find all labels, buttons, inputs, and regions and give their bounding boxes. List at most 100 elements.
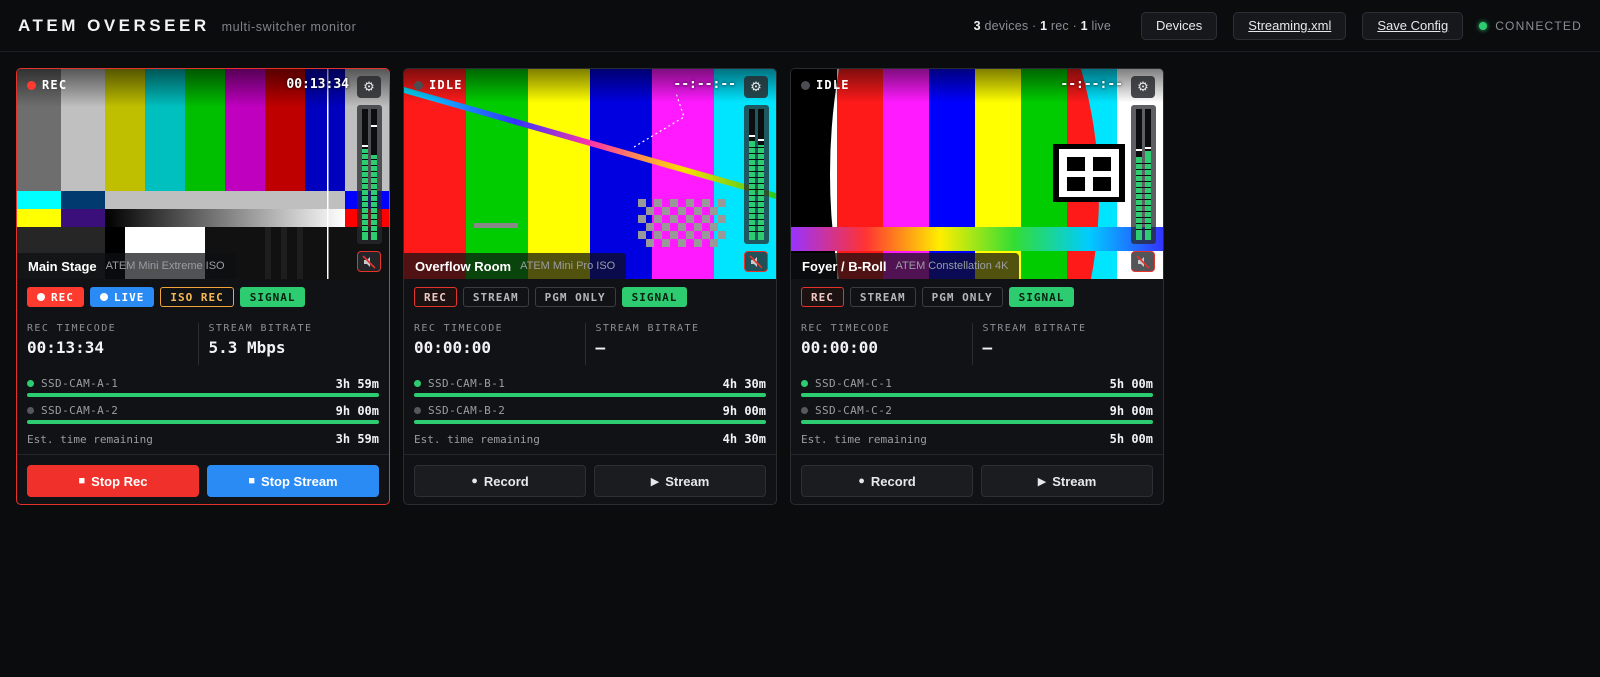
status-badges: REC STREAM PGM ONLY SIGNAL <box>404 287 776 307</box>
preview-state: REC <box>27 78 67 92</box>
switcher-name: Overflow Room <box>415 258 512 274</box>
stop-stream-button[interactable]: ■ Stop Stream <box>207 465 379 497</box>
rec-count-label: rec <box>1050 18 1069 33</box>
stream-badge-label: STREAM <box>859 290 906 304</box>
metrics: REC TIMECODE 00:00:00 STREAM BITRATE — <box>414 323 766 365</box>
card-actions: ● Record ▶ Stream <box>404 455 776 497</box>
card-actions: ● Record ▶ Stream <box>791 455 1163 497</box>
idle-dot-icon <box>414 80 423 90</box>
speaker-muted-icon[interactable] <box>1131 251 1155 272</box>
stream-bitrate-metric: STREAM BITRATE 5.3 Mbps <box>197 323 380 365</box>
stream-bitrate-metric: STREAM BITRATE — <box>971 323 1154 365</box>
color-bars-image <box>404 69 776 279</box>
speaker-muted-glyph <box>749 254 763 269</box>
rec-timecode-value: 00:00:00 <box>414 338 492 357</box>
speaker-muted-icon[interactable] <box>744 251 768 272</box>
gear-icon[interactable]: ⚙ <box>357 76 381 98</box>
drive-time: 9h 00m <box>335 403 379 418</box>
streaming-xml-button-label: Streaming.xml <box>1248 18 1332 33</box>
pgm-only-badge: PGM ONLY <box>534 287 616 307</box>
drive-capacity-bar <box>27 393 379 397</box>
record-button[interactable]: ● Record <box>414 465 586 497</box>
stream-bitrate-label: STREAM BITRATE <box>982 323 1087 334</box>
pgm-only-badge-label: PGM ONLY <box>931 290 993 304</box>
record-label: Record <box>483 473 529 489</box>
streaming-xml-button[interactable]: Streaming.xml <box>1233 11 1347 40</box>
est-time-remaining: Est. time remaining 5h 00m <box>801 430 1153 448</box>
drive-capacity-bar <box>414 420 766 424</box>
rec-timecode-value: 00:13:34 <box>27 338 105 357</box>
program-preview: IDLE --:--:-- ⚙ <box>791 69 1163 279</box>
connection-dot-icon <box>1479 21 1488 30</box>
switcher-card: IDLE --:--:-- ⚙ <box>790 68 1164 505</box>
drive-capacity-bar <box>27 420 379 424</box>
stream-bitrate-metric: STREAM BITRATE — <box>584 323 767 365</box>
drive-time: 5h 00m <box>1109 376 1153 391</box>
connection-label: CONNECTED <box>1495 18 1582 33</box>
est-time-remaining: Est. time remaining 4h 30m <box>414 430 766 448</box>
devices-count-label: devices <box>984 18 1029 33</box>
stream-bitrate-value: — <box>982 338 993 357</box>
stop-icon: ■ <box>78 475 86 487</box>
card-actions: ■ Stop Rec ■ Stop Stream <box>17 455 389 497</box>
preview-state: IDLE <box>414 78 463 92</box>
gear-icon[interactable]: ⚙ <box>1131 76 1155 98</box>
signal-badge: SIGNAL <box>1008 287 1075 307</box>
drive-name: SSD-CAM-B-1 <box>428 377 506 390</box>
drive-name: SSD-CAM-C-2 <box>815 404 893 417</box>
record-button[interactable]: ● Record <box>801 465 973 497</box>
drive-active-dot-icon <box>801 380 808 387</box>
record-label: Record <box>870 473 916 489</box>
preview-timecode: --:--:-- <box>673 77 736 92</box>
status-badges: REC LIVE ISO REC SIGNAL <box>17 287 389 307</box>
audio-meter <box>357 105 382 244</box>
drive-time: 9h 00m <box>722 403 766 418</box>
live-badge-label: LIVE <box>113 290 145 304</box>
switcher-name: Main Stage <box>28 258 97 274</box>
drive-capacity-bar <box>801 420 1153 424</box>
stop-icon: ■ <box>248 475 256 487</box>
drive-item: SSD-CAM-C-2 9h 00m <box>801 403 1153 430</box>
audio-meter-bars-icon <box>362 109 377 240</box>
switcher-model: ATEM Mini Extreme ISO <box>105 260 225 272</box>
drive-time: 3h 59m <box>335 376 379 391</box>
app-brand: ATEM OVERSEER <box>18 15 210 35</box>
record-dot-icon: ● <box>471 475 478 487</box>
drive-name: SSD-CAM-C-1 <box>815 377 893 390</box>
stream-button[interactable]: ▶ Stream <box>981 465 1153 497</box>
drive-active-dot-icon <box>27 380 34 387</box>
est-time-value: 3h 59m <box>335 432 379 446</box>
stream-badge: STREAM <box>462 287 529 307</box>
switcher-card: IDLE --:--:-- ⚙ <box>403 68 777 505</box>
est-time-remaining: Est. time remaining 3h 59m <box>27 430 379 448</box>
rec-timecode-value: 00:00:00 <box>801 338 879 357</box>
preview-name-label: Foyer / B-Roll ATEM Constellation 4K <box>791 253 1020 279</box>
stop-rec-button[interactable]: ■ Stop Rec <box>27 465 199 497</box>
gear-icon[interactable]: ⚙ <box>744 76 768 98</box>
est-time-label: Est. time remaining <box>801 432 927 446</box>
switcher-model: ATEM Constellation 4K <box>895 260 1009 272</box>
drive-name: SSD-CAM-A-2 <box>41 404 119 417</box>
device-stats: 3 devices · 1 rec · 1 live <box>974 19 1111 33</box>
color-bars-image <box>17 69 389 279</box>
top-bar-right: 3 devices · 1 rec · 1 live Devices Strea… <box>974 11 1582 40</box>
rec-count: 1 <box>1040 18 1048 33</box>
drive-inactive-dot-icon <box>801 407 808 414</box>
stream-button[interactable]: ▶ Stream <box>594 465 766 497</box>
devices-button-label: Devices <box>1156 18 1203 33</box>
rec-timecode-metric: REC TIMECODE 00:00:00 <box>414 323 585 365</box>
live-count-label: live <box>1091 18 1112 33</box>
speaker-muted-icon[interactable] <box>357 251 381 272</box>
pgm-only-badge: PGM ONLY <box>921 287 1003 307</box>
status-badges: REC STREAM PGM ONLY SIGNAL <box>791 287 1163 307</box>
app-subtitle: multi-switcher monitor <box>221 20 357 34</box>
drive-time: 9h 00m <box>1109 403 1153 418</box>
drive-time: 4h 30m <box>722 376 766 391</box>
stream-bitrate-label: STREAM BITRATE <box>208 323 313 334</box>
drive-capacity-bar <box>414 393 766 397</box>
drive-capacity-bar <box>801 393 1153 397</box>
rec-badge: REC <box>801 287 844 307</box>
devices-button[interactable]: Devices <box>1141 11 1218 40</box>
est-time-value: 5h 00m <box>1109 432 1153 446</box>
save-config-button[interactable]: Save Config <box>1362 11 1464 40</box>
